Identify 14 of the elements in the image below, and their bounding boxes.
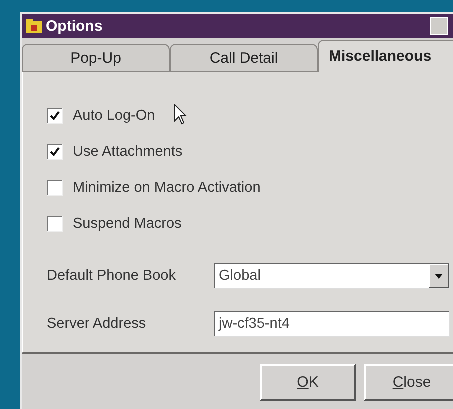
window-title: Options xyxy=(46,18,104,34)
tab[interactable]: Pop-Up xyxy=(22,44,170,72)
checkbox-label: Suspend Macros xyxy=(73,216,182,232)
tab[interactable]: Miscellaneous xyxy=(318,40,453,72)
dialog-button[interactable]: Close xyxy=(364,364,453,401)
checkbox-label: Minimize on Macro Activation xyxy=(73,180,261,196)
field-label: Default Phone Book xyxy=(47,268,177,284)
tab[interactable]: Call Detail xyxy=(170,44,318,72)
dropdown-field[interactable]: Global xyxy=(214,263,450,289)
dialog-button[interactable]: OK xyxy=(260,364,356,401)
input-field[interactable]: jw-cf35-nt4 xyxy=(214,311,450,337)
checkbox-label: Auto Log-On xyxy=(73,108,156,124)
field-label: Server Address xyxy=(47,316,148,332)
checkbox-label: Use Attachments xyxy=(73,144,183,160)
